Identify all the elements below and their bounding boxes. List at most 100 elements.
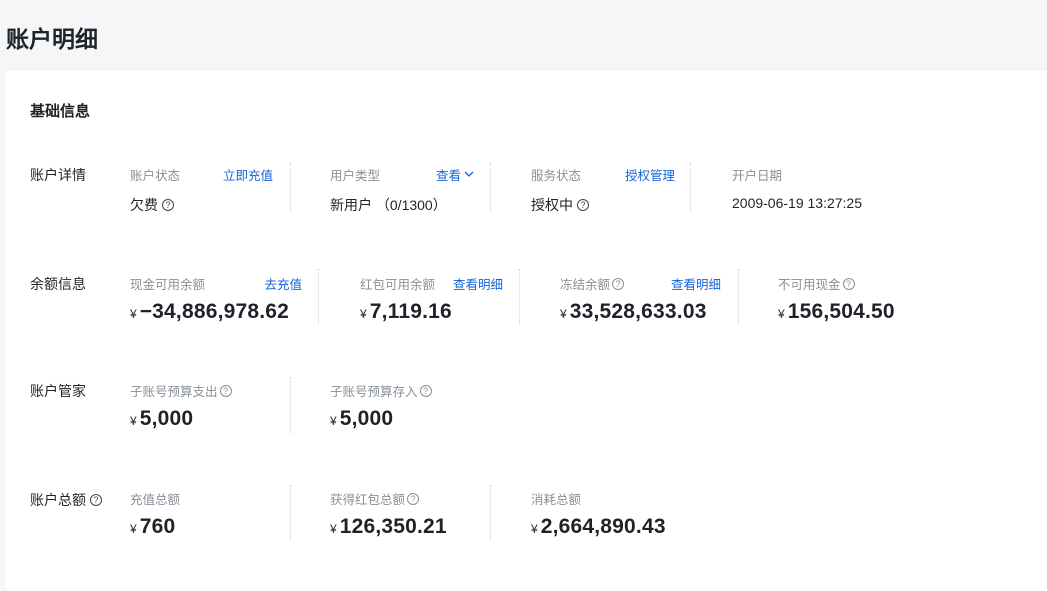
service-status-text: 授权中	[531, 197, 573, 213]
view-link-text: 查看	[435, 169, 461, 183]
user-type-cell: 用户类型 查看 新用户 （0/1300）	[330, 165, 474, 213]
sub-budget-in-label: 子账号预算存入?	[330, 381, 432, 400]
consumed-total-label: 消耗总额	[531, 493, 582, 507]
sub-budget-in-cell: 子账号预算存入? ¥5,000	[330, 381, 480, 433]
label-text: 子账号预算存入	[330, 385, 418, 399]
open-date-value: 2009-06-19 13:27:25	[732, 195, 862, 211]
account-status-text: 欠费	[130, 197, 158, 213]
currency-symbol: ¥	[360, 307, 367, 321]
divider	[490, 485, 491, 541]
divider	[690, 163, 691, 211]
recharge-total-label: 充值总额	[130, 493, 181, 507]
coupon-balance-amount: ¥7,119.16	[360, 300, 452, 324]
currency-symbol: ¥	[330, 414, 337, 428]
auth-manage-link[interactable]: 授权管理	[625, 165, 675, 184]
coupon-detail-link[interactable]: 查看明细	[453, 274, 503, 293]
currency-symbol: ¥	[531, 522, 538, 536]
help-icon[interactable]: ?	[612, 277, 625, 290]
currency-symbol: ¥	[778, 307, 785, 321]
label-text: 冻结余额	[560, 278, 611, 292]
amount-value: 5,000	[139, 407, 194, 430]
coupon-total-amount: ¥126,350.21	[330, 515, 447, 539]
consumed-total-cell: 消耗总额 ¥2,664,890.43	[531, 489, 711, 541]
amount-value: 126,350.21	[339, 515, 447, 538]
frozen-balance-cell: 冻结余额? 查看明细 ¥33,528,633.03	[560, 274, 721, 326]
cash-balance-cell: 现金可用余额 去充值 ¥ −34,886,978.62	[130, 274, 302, 326]
divider	[290, 163, 291, 211]
section-title: 基础信息	[30, 103, 91, 120]
amount-value: 760	[139, 515, 176, 538]
amount-value: 5,000	[339, 407, 394, 430]
row-label-balance: 余额信息	[30, 274, 86, 294]
chevron-down-icon	[464, 171, 474, 177]
amount-value: −34,886,978.62	[139, 300, 290, 323]
open-date-cell: 开户日期 2009-06-19 13:27:25	[732, 165, 932, 211]
divider	[318, 269, 319, 325]
user-type-value: 新用户 （0/1300）	[330, 197, 447, 213]
view-user-type-link[interactable]: 查看	[436, 165, 474, 184]
divider	[738, 269, 739, 325]
recharge-total-amount: ¥760	[130, 515, 175, 539]
label-text: 获得红包总额	[330, 493, 406, 507]
unavailable-cash-cell: 不可用现金? ¥156,504.50	[778, 274, 938, 326]
user-type-label: 用户类型	[330, 169, 381, 183]
account-status-cell: 账户状态 立即充值 欠费?	[130, 165, 273, 213]
divider	[290, 377, 291, 433]
currency-symbol: ¥	[130, 307, 137, 321]
cash-balance-amount: ¥ −34,886,978.62	[130, 300, 289, 324]
row-label-text: 账户管家	[30, 383, 86, 399]
amount-value: 156,504.50	[787, 300, 895, 323]
divider	[290, 485, 291, 541]
help-icon[interactable]: ?	[90, 494, 102, 506]
currency-symbol: ¥	[330, 522, 337, 536]
account-status-value: 欠费?	[130, 195, 174, 215]
open-date-label: 开户日期	[732, 169, 783, 183]
divider	[490, 163, 491, 211]
row-label-text: 账户详情	[30, 167, 86, 183]
basic-info-card: 基础信息 账户详情 账户状态 立即充值 欠费? 用户类型 查看 新用户 （0/1…	[5, 71, 1047, 591]
consumed-total-amount: ¥2,664,890.43	[531, 515, 666, 539]
unavailable-cash-amount: ¥156,504.50	[778, 300, 895, 324]
row-label-text: 余额信息	[30, 276, 86, 292]
label-text: 子账号预算支出	[130, 385, 218, 399]
coupon-total-label: 获得红包总额?	[330, 489, 420, 508]
service-status-cell: 服务状态 授权管理 授权中?	[531, 165, 675, 213]
account-status-label: 账户状态	[130, 169, 181, 183]
row-label-steward: 账户管家	[30, 381, 86, 401]
coupon-total-cell: 获得红包总额? ¥126,350.21	[330, 489, 480, 541]
help-icon[interactable]: ?	[219, 384, 232, 397]
frozen-balance-amount: ¥33,528,633.03	[560, 300, 707, 324]
amount-value: 7,119.16	[369, 300, 452, 323]
frozen-balance-label: 冻结余额?	[560, 274, 625, 293]
row-label-text: 账户总额	[30, 492, 86, 508]
row-label-totals: 账户总额?	[30, 490, 102, 510]
help-icon[interactable]: ?	[162, 199, 174, 211]
help-icon[interactable]: ?	[407, 492, 420, 505]
sub-budget-out-amount: ¥5,000	[130, 407, 193, 431]
service-status-label: 服务状态	[531, 169, 582, 183]
page-title: 账户明细	[6, 26, 98, 52]
coupon-balance-label: 红包可用余额	[360, 278, 436, 292]
service-status-value: 授权中?	[531, 195, 589, 215]
label-text: 不可用现金	[778, 278, 841, 292]
sub-budget-in-amount: ¥5,000	[330, 407, 393, 431]
coupon-balance-cell: 红包可用余额 查看明细 ¥7,119.16	[360, 274, 503, 326]
currency-symbol: ¥	[560, 307, 567, 321]
amount-value: 33,528,633.03	[569, 300, 707, 323]
recharge-total-cell: 充值总额 ¥760	[130, 489, 280, 541]
sub-budget-out-label: 子账号预算支出?	[130, 381, 232, 400]
help-icon[interactable]: ?	[419, 384, 432, 397]
go-recharge-link[interactable]: 去充值	[264, 274, 302, 293]
divider	[519, 269, 520, 325]
currency-symbol: ¥	[130, 522, 137, 536]
currency-symbol: ¥	[130, 414, 137, 428]
help-icon[interactable]: ?	[577, 199, 589, 211]
help-icon[interactable]: ?	[842, 277, 855, 290]
cash-balance-label: 现金可用余额	[130, 278, 206, 292]
recharge-now-link[interactable]: 立即充值	[223, 165, 273, 184]
row-label-account-details: 账户详情	[30, 165, 86, 185]
frozen-detail-link[interactable]: 查看明细	[671, 274, 721, 293]
sub-budget-out-cell: 子账号预算支出? ¥5,000	[130, 381, 280, 433]
unavailable-cash-label: 不可用现金?	[778, 274, 855, 293]
amount-value: 2,664,890.43	[540, 515, 666, 538]
